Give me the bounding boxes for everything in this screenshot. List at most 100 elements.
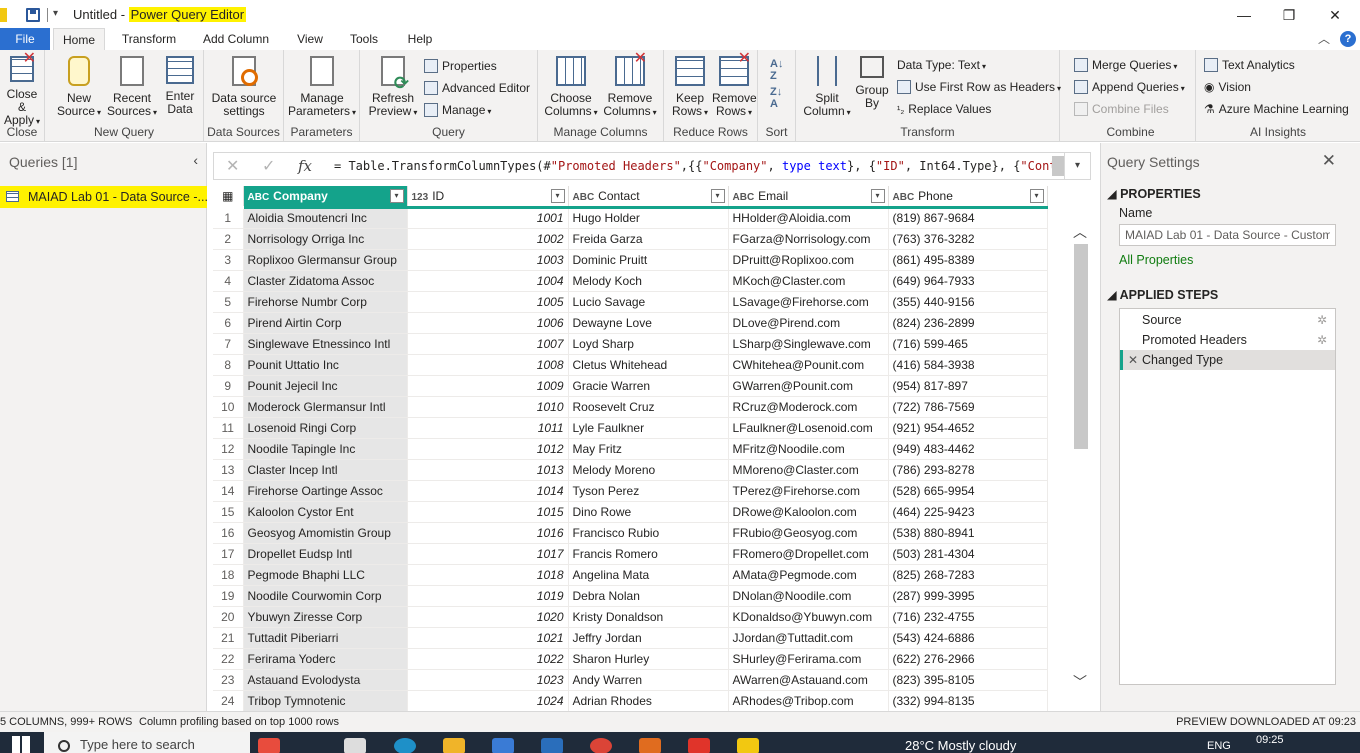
text-analytics-button[interactable]: Text Analytics [1204,55,1295,75]
powerbi-taskbar-icon[interactable] [737,738,759,753]
tab-transform[interactable]: Transform [113,28,185,50]
merge-queries-button[interactable]: Merge Queries ▾ [1074,55,1177,75]
cell-email[interactable]: CWhitehea@Pounit.com [728,354,889,376]
cell-phone[interactable]: (543) 424-6886 [888,627,1048,649]
windows-start-icon[interactable] [12,736,30,753]
ribbon-collapse-icon[interactable]: ︿ [1318,30,1330,47]
cell-phone[interactable]: (332) 994-8135 [888,690,1048,711]
delete-step-icon[interactable]: ✕ [1128,350,1138,370]
cell-id[interactable]: 1007 [407,333,569,355]
row-number[interactable]: 19 [213,585,244,607]
cell-company[interactable]: Firehorse Oartinge Assoc [243,480,408,502]
cell-company[interactable]: Singlewave Etnessinco Intl [243,333,408,355]
recent-sources-button[interactable]: Recent Sources ▾ [107,56,157,119]
column-header-4[interactable]: ABC Phone ▾ [888,186,1048,209]
cell-contact[interactable]: Francisco Rubio [568,522,729,544]
grid-vertical-scrollbar[interactable]: ︿ ﹀ [1071,222,1091,692]
step-changed-type[interactable]: ✕ Changed Type [1120,350,1335,370]
app-icon[interactable] [639,738,661,753]
cell-company[interactable]: Roplixoo Glermansur Group [243,249,408,271]
row-number[interactable]: 13 [213,459,244,481]
cell-email[interactable]: TPerez@Firehorse.com [728,480,889,502]
cell-phone[interactable]: (355) 440-9156 [888,291,1048,313]
cell-id[interactable]: 1003 [407,249,569,271]
cell-email[interactable]: MMoreno@Claster.com [728,459,889,481]
cell-email[interactable]: KDonaldso@Ybuwyn.com [728,606,889,628]
cell-phone[interactable]: (824) 236-2899 [888,312,1048,334]
cell-phone[interactable]: (528) 665-9954 [888,480,1048,502]
column-header-0[interactable]: ABC Company ▾ [243,186,408,209]
row-number[interactable]: 14 [213,480,244,502]
cell-id[interactable]: 1020 [407,606,569,628]
row-number[interactable]: 10 [213,396,244,418]
cell-company[interactable]: Norrisology Orriga Inc [243,228,408,250]
row-number[interactable]: 22 [213,648,244,670]
close-window-button[interactable]: ✕ [1320,4,1350,26]
gear-icon[interactable]: ✲ [1317,330,1327,350]
cell-id[interactable]: 1010 [407,396,569,418]
enter-data-button[interactable]: Enter Data [160,56,200,116]
cell-email[interactable]: AWarren@Astauand.com [728,669,889,691]
cell-email[interactable]: RCruz@Moderock.com [728,396,889,418]
row-number[interactable]: 2 [213,228,244,250]
cell-phone[interactable]: (819) 867-9684 [888,207,1048,229]
sort-descending-icon[interactable]: Z↓ A [770,86,786,110]
cell-contact[interactable]: Debra Nolan [568,585,729,607]
row-number[interactable]: 16 [213,522,244,544]
cell-contact[interactable]: Angelina Mata [568,564,729,586]
data-source-settings-button[interactable]: Data source settings [208,56,280,118]
cell-id[interactable]: 1021 [407,627,569,649]
cell-contact[interactable]: Francis Romero [568,543,729,565]
cell-id[interactable]: 1019 [407,585,569,607]
cell-id[interactable]: 1023 [407,669,569,691]
filter-dropdown-icon[interactable]: ▾ [550,189,565,203]
cell-phone[interactable]: (649) 964-7933 [888,270,1048,292]
cell-contact[interactable]: Lucio Savage [568,291,729,313]
cell-company[interactable]: Dropellet Eudsp Intl [243,543,408,565]
cell-id[interactable]: 1017 [407,543,569,565]
cell-email[interactable]: ARhodes@Tribop.com [728,690,889,711]
formula-input[interactable]: = Table.TransformColumnTypes(#"Promoted … [334,159,1054,173]
row-number[interactable]: 15 [213,501,244,523]
restore-button[interactable]: ❐ [1274,4,1304,26]
cell-id[interactable]: 1011 [407,417,569,439]
cell-company[interactable]: Astauand Evolodysta [243,669,408,691]
cell-email[interactable]: FGarza@Norrisology.com [728,228,889,250]
cell-contact[interactable]: Adrian Rhodes [568,690,729,711]
row-number[interactable]: 18 [213,564,244,586]
refresh-preview-button[interactable]: Refresh Preview▾ [368,56,418,119]
tab-file[interactable]: File [0,28,50,50]
brave-icon[interactable] [688,738,710,753]
cell-contact[interactable]: May Fritz [568,438,729,460]
customize-qat-icon[interactable]: ▾ [53,8,58,19]
cell-email[interactable]: GWarren@Pounit.com [728,375,889,397]
cell-id[interactable]: 1002 [407,228,569,250]
cell-company[interactable]: Losenoid Ringi Corp [243,417,408,439]
cell-company[interactable]: Pounit Jejecil Inc [243,375,408,397]
row-number[interactable]: 8 [213,354,244,376]
cell-company[interactable]: Ferirama Yoderc [243,648,408,670]
column-type-icon[interactable]: ABC [248,192,270,203]
commit-formula-icon[interactable]: ✓ [262,156,275,176]
row-number[interactable]: 20 [213,606,244,628]
cell-contact[interactable]: Tyson Perez [568,480,729,502]
row-number[interactable]: 21 [213,627,244,649]
cell-company[interactable]: Claster Zidatoma Assoc [243,270,408,292]
collapse-queries-chevron-left-icon[interactable]: ‹ [193,152,198,168]
step-promoted-headers[interactable]: Promoted Headers ✲ [1120,330,1335,350]
append-queries-button[interactable]: Append Queries ▾ [1074,77,1185,97]
cell-phone[interactable]: (622) 276-2966 [888,648,1048,670]
properties-section[interactable]: ◢ PROPERTIES [1107,186,1201,201]
row-number[interactable]: 11 [213,417,244,439]
row-number[interactable]: 23 [213,669,244,691]
properties-button[interactable]: Properties [424,56,497,76]
use-first-row-headers-button[interactable]: Use First Row as Headers ▾ [897,77,1061,97]
cell-contact[interactable]: Cletus Whitehead [568,354,729,376]
close-settings-icon[interactable]: ✕ [1322,151,1336,171]
store-bag-icon[interactable] [492,738,514,753]
manage-parameters-button[interactable]: Manage Parameters ▾ [287,56,357,119]
cell-email[interactable]: SHurley@Ferirama.com [728,648,889,670]
help-icon[interactable]: ? [1340,31,1356,47]
cell-email[interactable]: FRomero@Dropellet.com [728,543,889,565]
row-number[interactable]: 7 [213,333,244,355]
